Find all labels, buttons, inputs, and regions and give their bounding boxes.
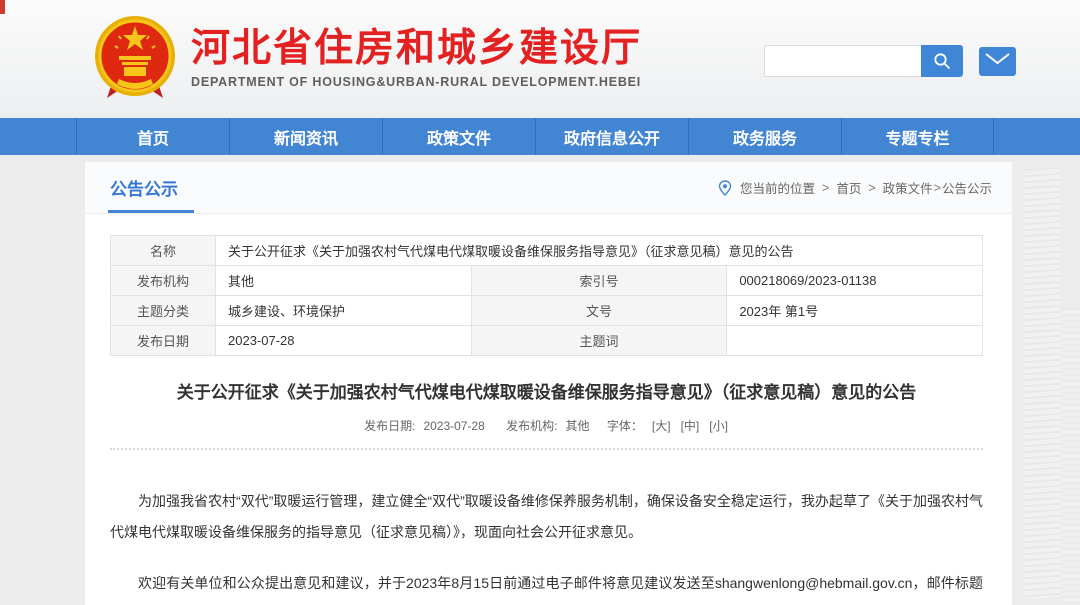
nav-item-specials[interactable]: 专题专栏 [841,118,994,155]
font-size-medium-button[interactable]: [中] [681,419,700,433]
meta-label-topic: 主题分类 [111,296,216,326]
article: 关于公开征求《关于加强农村气代煤电代煤取暖设备维保服务指导意见》（征求意见稿）意… [85,378,1012,605]
meta-label-index: 索引号 [471,266,727,296]
meta-value-org: 其他 [216,266,472,296]
document-meta-table: 名称 关于公开征求《关于加强农村气代煤电代煤取暖设备维保服务指导意见》（征求意见… [110,235,983,356]
table-row: 发布机构 其他 索引号 000218069/2023-01138 [111,266,983,296]
national-emblem-icon [93,14,177,102]
meta-org: 其他 [566,419,590,433]
main-nav: 首页 新闻资讯 政策文件 政府信息公开 政务服务 专题专栏 [0,118,1080,155]
meta-value-name: 关于公开征求《关于加强农村气代煤电代煤取暖设备维保服务指导意见》（征求意见稿）意… [216,236,983,266]
mail-button[interactable] [979,47,1016,76]
article-meta: 发布日期: 2023-07-28 发布机构: 其他 字体： [大] [中] [小] [110,417,983,434]
background-building-watermark [1010,158,1080,605]
font-size-large-button[interactable]: [大] [652,419,671,433]
content-card: 公告公示 您当前的位置 > 首页 > 政策文件 > 公告公示 名称 [85,162,1012,605]
font-size-label: 字体： [607,419,643,433]
location-pin-icon [718,180,732,196]
meta-label-name: 名称 [111,236,216,266]
nav-item-services[interactable]: 政务服务 [688,118,841,155]
page: 河北省住房和城乡建设厅 DEPARTMENT OF HOUSING&URBAN-… [0,0,1080,605]
article-paragraph: 为加强我省农村“双代”取暖运行管理，建立健全“双代”取暖设备维修保养服务机制，确… [110,486,983,548]
breadcrumb-announcements[interactable]: 公告公示 [942,178,992,197]
meta-label-org: 发布机构 [111,266,216,296]
article-paragraph: 欢迎有关单位和公众提出意见和建议，并于2023年8月15日前通过电子邮件将意见建… [110,568,983,605]
site-subtitle: DEPARTMENT OF HOUSING&URBAN-RURAL DEVELO… [191,75,642,89]
meta-org-label: 发布机构: [506,419,557,433]
search-button[interactable] [921,45,963,77]
meta-label-date: 发布日期 [111,326,216,356]
site-header: 河北省住房和城乡建设厅 DEPARTMENT OF HOUSING&URBAN-… [0,0,1080,118]
site-brand[interactable]: 河北省住房和城乡建设厅 DEPARTMENT OF HOUSING&URBAN-… [93,14,642,102]
mail-icon [984,52,1011,71]
breadcrumb: 您当前的位置 > 首页 > 政策文件 > 公告公示 [718,178,992,197]
breadcrumb-policy[interactable]: 政策文件 [883,178,933,197]
table-row: 发布日期 2023-07-28 主题词 [111,326,983,356]
breadcrumb-home[interactable]: 首页 [836,178,861,197]
search-icon [933,52,951,70]
nav-item-info-public[interactable]: 政府信息公开 [535,118,688,155]
meta-date-label: 发布日期: [364,419,415,433]
table-row: 名称 关于公开征求《关于加强农村气代煤电代煤取暖设备维保服务指导意见》（征求意见… [111,236,983,266]
meta-label-docno: 文号 [471,296,727,326]
search-box [764,45,963,77]
nav-item-home[interactable]: 首页 [76,118,229,155]
tab-announcements[interactable]: 公告公示 [110,162,178,213]
nav-item-news[interactable]: 新闻资讯 [229,118,382,155]
meta-date: 2023-07-28 [423,419,484,433]
table-row: 主题分类 城乡建设、环境保护 文号 2023年 第1号 [111,296,983,326]
article-title: 关于公开征求《关于加强农村气代煤电代煤取暖设备维保服务指导意见》（征求意见稿）意… [110,378,983,403]
corner-decoration [0,0,5,14]
site-title: 河北省住房和城乡建设厅 [191,27,642,72]
meta-value-keyword [727,326,983,356]
dotted-divider [110,448,983,450]
section-bar: 公告公示 您当前的位置 > 首页 > 政策文件 > 公告公示 [85,162,1012,214]
tab-label: 公告公示 [110,175,178,200]
font-size-small-button[interactable]: [小] [709,419,728,433]
breadcrumb-prefix: 您当前的位置 [740,178,815,197]
search-input[interactable] [764,45,921,77]
meta-value-index: 000218069/2023-01138 [727,266,983,296]
meta-value-docno: 2023年 第1号 [727,296,983,326]
nav-item-policy[interactable]: 政策文件 [382,118,535,155]
tab-active-underline [108,210,194,213]
meta-label-keyword: 主题词 [471,326,727,356]
meta-value-date: 2023-07-28 [216,326,472,356]
meta-value-topic: 城乡建设、环境保护 [216,296,472,326]
